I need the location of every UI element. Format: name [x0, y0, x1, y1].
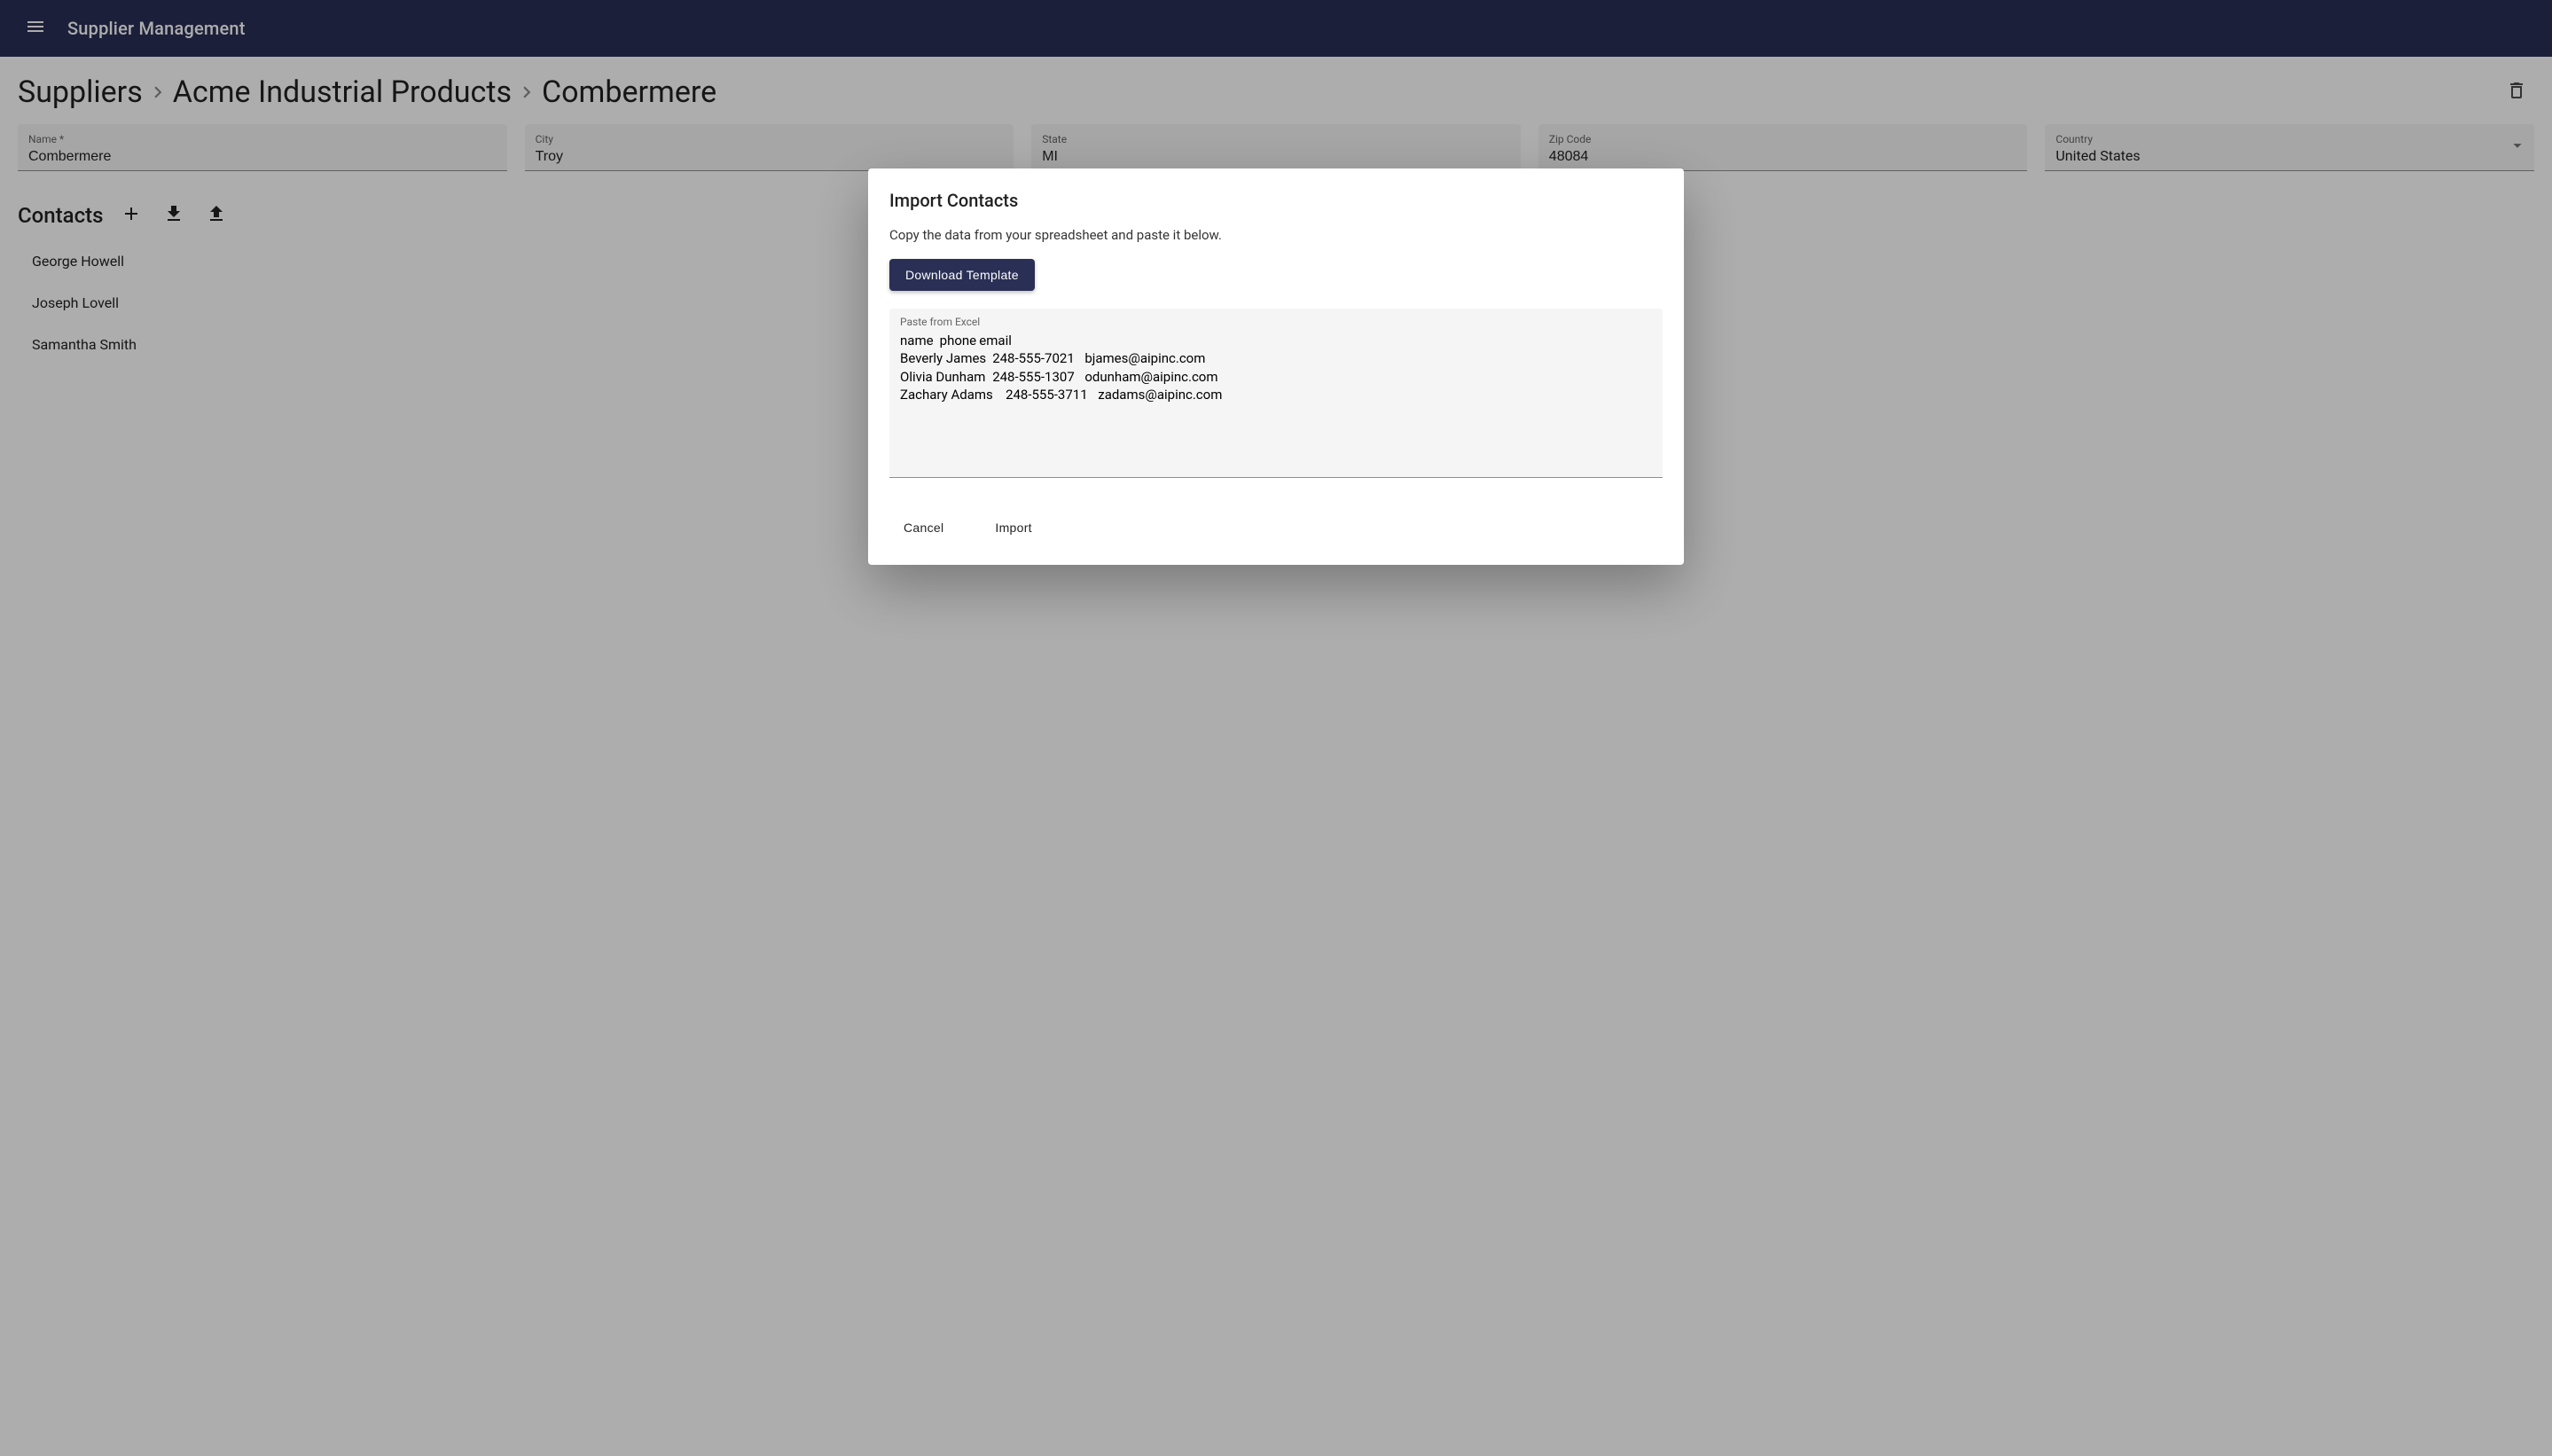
paste-textarea[interactable] — [900, 332, 1652, 465]
import-contacts-dialog: Import Contacts Copy the data from your … — [868, 168, 1684, 565]
import-button[interactable]: Import — [984, 512, 1042, 544]
paste-label: Paste from Excel — [900, 316, 1652, 328]
cancel-button[interactable]: Cancel — [893, 512, 954, 544]
paste-field-wrapper[interactable]: Paste from Excel — [889, 309, 1663, 478]
dialog-title: Import Contacts — [889, 190, 1663, 211]
download-template-button[interactable]: Download Template — [889, 259, 1035, 291]
dialog-instruction: Copy the data from your spreadsheet and … — [889, 227, 1663, 243]
dialog-actions: Cancel Import — [889, 512, 1663, 544]
